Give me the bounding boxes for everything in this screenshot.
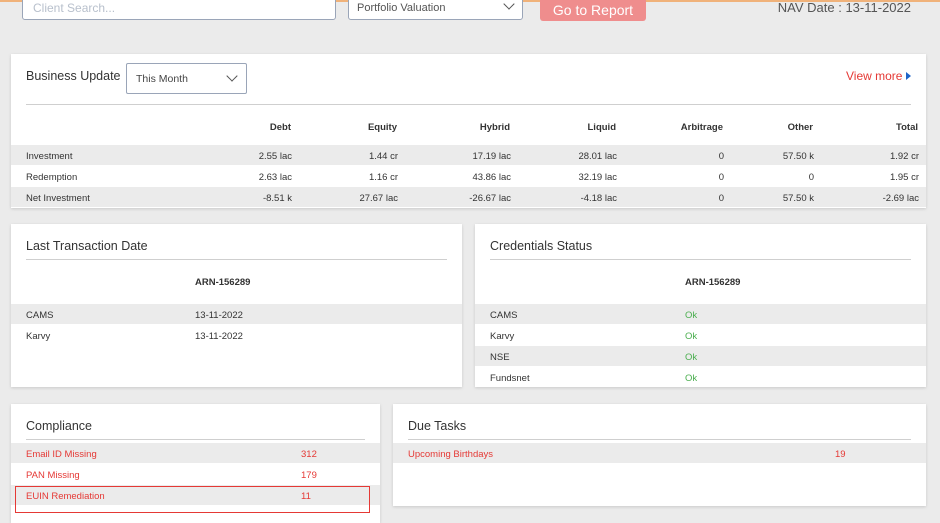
table-row-redemption: Redemption 2.63 lac 1.16 cr 43.86 lac 32… [11, 166, 926, 186]
status-ok: Ok [685, 331, 698, 342]
cell-other: 57.50 k [782, 193, 814, 204]
last-transaction-divider [26, 259, 447, 260]
table-row-investment: Investment 2.55 lac 1.44 cr 17.19 lac 28… [11, 145, 926, 165]
row-label: NSE [490, 352, 510, 363]
compliance-divider [26, 439, 365, 440]
row-label: CAMS [490, 310, 518, 321]
column-header-hybrid: Hybrid [479, 122, 510, 133]
cell-debt: -8.51 k [262, 193, 292, 204]
view-more-link[interactable]: View more [846, 69, 902, 83]
due-tasks-divider [408, 439, 911, 440]
cell-other: 0 [808, 172, 814, 183]
column-header-equity: Equity [367, 122, 397, 133]
table-row: Fundsnet Ok [475, 367, 926, 387]
cell-total: -2.69 lac [882, 193, 919, 204]
cell-equity: 27.67 lac [359, 193, 398, 204]
row-label: Investment [26, 151, 73, 162]
column-header-liquid: Liquid [587, 122, 617, 133]
status-ok: Ok [685, 310, 698, 321]
compliance-item-pan[interactable]: PAN Missing 179 [11, 464, 380, 484]
row-count: 312 [301, 449, 317, 460]
row-label: Email ID Missing [26, 449, 97, 460]
arn-header: ARN-156289 [195, 277, 251, 288]
column-header-other: Other [787, 122, 813, 133]
cell-debt: 2.55 lac [258, 151, 292, 162]
row-label: PAN Missing [26, 470, 80, 481]
cell-liquid: 32.19 lac [578, 172, 617, 183]
cell-arbitrage: 0 [718, 151, 724, 162]
cell-hybrid: -26.67 lac [469, 193, 511, 204]
go-to-report-button[interactable]: Go to Report [540, 0, 646, 21]
column-header-total: Total [896, 122, 918, 133]
credentials-title: Credentials Status [490, 239, 593, 253]
business-update-divider [26, 104, 911, 105]
table-row: NSE Ok [475, 346, 926, 366]
row-label: Karvy [490, 331, 515, 342]
cell-hybrid: 17.19 lac [472, 151, 511, 162]
row-count: 19 [835, 449, 846, 460]
table-row-net-investment: Net Investment -8.51 k 27.67 lac -26.67 … [11, 187, 926, 207]
table-row: CAMS 13-11-2022 [11, 304, 462, 324]
compliance-item-email[interactable]: Email ID Missing 312 [11, 443, 380, 463]
cell-total: 1.95 cr [889, 172, 919, 183]
client-search-input[interactable]: Client Search... [22, 0, 336, 20]
business-update-title: Business Update [26, 69, 121, 83]
table-row: CAMS Ok [475, 304, 926, 324]
report-select-value: Portfolio Valuation [357, 2, 446, 14]
cell-total: 1.92 cr [889, 151, 919, 162]
row-label: Net Investment [26, 193, 90, 204]
row-label: Redemption [26, 172, 78, 183]
table-row: Karvy 13-11-2022 [11, 325, 462, 345]
chevron-down-icon [503, 0, 515, 10]
credentials-divider [490, 259, 911, 260]
table-row: Karvy Ok [475, 325, 926, 345]
chevron-down-icon [226, 70, 238, 82]
row-label: Upcoming Birthdays [408, 449, 494, 460]
nav-date: NAV Date : 13-11-2022 [777, 0, 911, 15]
period-select-value: This Month [136, 73, 188, 85]
row-count: 179 [301, 470, 317, 481]
cell-equity: 1.44 cr [368, 151, 398, 162]
row-label: CAMS [26, 310, 54, 321]
row-value: 13-11-2022 [195, 310, 243, 321]
due-task-birthdays[interactable]: Upcoming Birthdays 19 [393, 443, 926, 463]
compliance-title: Compliance [26, 419, 93, 433]
cell-liquid: 28.01 lac [578, 151, 617, 162]
euin-highlight-box [15, 486, 370, 513]
arn-header: ARN-156289 [685, 277, 741, 288]
status-ok: Ok [685, 373, 698, 384]
period-select[interactable]: This Month [126, 63, 247, 94]
cell-arbitrage: 0 [718, 172, 724, 183]
last-transaction-title: Last Transaction Date [26, 239, 148, 253]
column-header-debt: Debt [269, 122, 291, 133]
report-select[interactable]: Portfolio Valuation [348, 0, 523, 20]
row-label: Karvy [26, 331, 51, 342]
status-ok: Ok [685, 352, 698, 363]
cell-liquid: -4.18 lac [580, 193, 617, 204]
due-tasks-title: Due Tasks [408, 419, 467, 433]
cell-other: 57.50 k [782, 151, 814, 162]
column-header-arbitrage: Arbitrage [680, 122, 723, 133]
cell-hybrid: 43.86 lac [472, 172, 511, 183]
row-label: Fundsnet [490, 373, 530, 384]
cell-equity: 1.16 cr [368, 172, 398, 183]
cell-arbitrage: 0 [718, 193, 724, 204]
cell-debt: 2.63 lac [258, 172, 292, 183]
row-value: 13-11-2022 [195, 331, 243, 342]
caret-right-icon [906, 72, 911, 80]
